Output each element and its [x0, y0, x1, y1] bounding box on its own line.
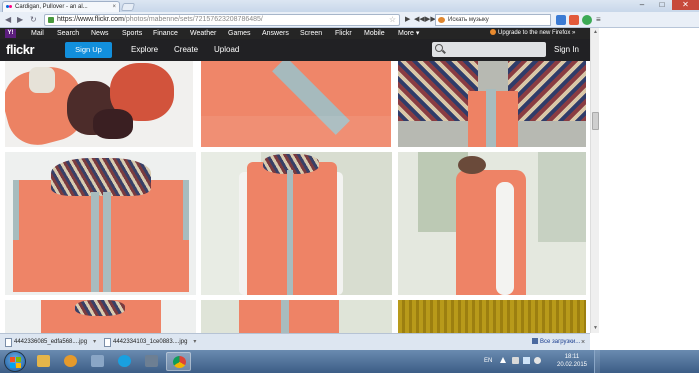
lock-icon	[48, 17, 54, 23]
forward-icon[interactable]: ▶	[17, 15, 23, 25]
menu-icon[interactable]: ≡	[596, 15, 601, 25]
scroll-up-icon[interactable]: ▲	[592, 29, 599, 36]
maximize-button[interactable]: □	[652, 0, 672, 10]
tray-volume-icon[interactable]	[534, 357, 541, 364]
tray-flag-icon[interactable]	[512, 357, 519, 364]
play-icon[interactable]: ▶	[405, 14, 410, 25]
photo-mustard-knit[interactable]	[398, 300, 586, 333]
taskbar-folder-icon[interactable]	[31, 352, 56, 371]
top-link-answers[interactable]: Answers	[262, 28, 289, 39]
top-link-news[interactable]: News	[91, 28, 109, 39]
taskbar-chrome-icon[interactable]	[166, 352, 191, 371]
photo-vest-flat-2[interactable]	[5, 300, 196, 333]
page-scrollbar[interactable]: ▲ ▼	[590, 28, 599, 333]
download-filename: 4442334103_1ce0883....jpg	[113, 339, 188, 345]
system-clock[interactable]: 18:11 20.02.2015	[551, 353, 593, 369]
url-path: /photos/mabenne/sets/72157623208786485/	[123, 16, 263, 23]
top-link-mail[interactable]: Mail	[31, 28, 44, 39]
flickr-favicon-icon	[6, 4, 13, 10]
downloads-bar: 4442336085_edfa568....jpg ▾ 4442334103_1c…	[0, 333, 590, 350]
top-link-weather[interactable]: Weather	[190, 28, 216, 39]
photo-vest-worn-front[interactable]	[201, 152, 392, 295]
top-link-sports[interactable]: Sports	[122, 28, 142, 39]
taskbar-media-icon[interactable]	[58, 352, 83, 371]
file-icon	[5, 338, 12, 347]
music-search-placeholder: Искать музыку	[448, 17, 489, 23]
top-link-mobile[interactable]: Mobile	[364, 28, 385, 39]
extension-record-icon[interactable]	[569, 15, 579, 25]
extension-green-icon[interactable]	[582, 15, 592, 25]
url-domain: https://www.flickr.com	[57, 16, 124, 23]
taskbar-explorer-icon[interactable]	[85, 352, 110, 371]
scroll-down-icon[interactable]: ▼	[592, 325, 599, 332]
bookmark-star-icon[interactable]: ☆	[389, 15, 396, 25]
top-link-more[interactable]: More ▾	[398, 28, 419, 39]
sign-up-button[interactable]: Sign Up	[65, 42, 112, 58]
flickr-header: flickr Sign Up Explore Create Upload Sig…	[0, 39, 590, 61]
empty-window-area	[599, 28, 699, 333]
file-icon	[104, 338, 111, 347]
taskbar-skype-icon[interactable]	[112, 352, 137, 371]
photo-vest-flat[interactable]	[5, 152, 196, 295]
browser-tab-bar: Cardigan, Pullover - an al... × – □ ✕	[0, 0, 699, 12]
taskbar-app-icon[interactable]	[139, 352, 164, 371]
firefox-icon	[490, 29, 496, 35]
rewind-icon[interactable]: ◀◀	[414, 14, 425, 25]
minimize-button[interactable]: –	[632, 0, 652, 10]
yahoo-top-bar: Y! Mail Search News Sports Finance Weath…	[0, 28, 590, 39]
reload-icon[interactable]: ↻	[30, 15, 37, 25]
flickr-logo[interactable]: flickr	[6, 42, 35, 57]
photo-vest-worn-2[interactable]	[201, 300, 392, 333]
tray-up-arrow-icon[interactable]	[500, 357, 506, 363]
all-downloads-link[interactable]: Все загрузки...	[532, 337, 580, 348]
download-item[interactable]: 4442334103_1ce0883....jpg ▾	[103, 337, 196, 348]
yahoo-logo-icon[interactable]: Y!	[5, 29, 16, 38]
search-icon[interactable]	[435, 44, 443, 52]
music-icon	[438, 17, 445, 23]
flickr-search-input[interactable]	[432, 42, 546, 57]
top-link-screen[interactable]: Screen	[300, 28, 322, 39]
music-search-input[interactable]: Искать музыку	[435, 14, 551, 26]
start-button[interactable]	[4, 351, 26, 372]
nav-create[interactable]: Create	[174, 39, 198, 61]
browser-toolbar: ◀ ▶ ↻ https://www.flickr.com/photos/mabe…	[0, 12, 699, 28]
top-link-finance[interactable]: Finance	[153, 28, 178, 39]
sign-in-link[interactable]: Sign In	[554, 39, 579, 61]
clock-time: 18:11	[564, 354, 580, 360]
scroll-thumb[interactable]	[592, 112, 599, 130]
nav-upload[interactable]: Upload	[214, 39, 239, 61]
photo-sweater-collar-closeup[interactable]	[201, 61, 391, 147]
download-menu-icon[interactable]: ▾	[93, 339, 96, 345]
download-filename: 4442336085_edfa568....jpg	[14, 339, 88, 345]
extension-mail-icon[interactable]	[556, 15, 566, 25]
windows-taskbar: EN 18:11 20.02.2015	[0, 350, 699, 373]
nav-explore[interactable]: Explore	[131, 39, 158, 61]
top-link-search[interactable]: Search	[57, 28, 79, 39]
tab-title: Cardigan, Pullover - an al...	[15, 4, 88, 10]
download-menu-icon[interactable]: ▾	[193, 339, 196, 345]
photo-fair-isle-collar[interactable]	[398, 61, 586, 147]
downloads-close-icon[interactable]: ×	[581, 337, 585, 348]
show-desktop-button[interactable]	[594, 350, 600, 373]
tray-network-icon[interactable]	[523, 357, 530, 364]
browser-tab[interactable]: Cardigan, Pullover - an al... ×	[2, 1, 120, 12]
new-tab-button[interactable]	[120, 3, 136, 11]
tab-close-icon[interactable]: ×	[112, 2, 116, 12]
top-link-games[interactable]: Games	[228, 28, 251, 39]
photo-vest-worn-side[interactable]	[398, 152, 586, 295]
downloads-icon	[532, 338, 538, 344]
language-indicator[interactable]: EN	[484, 350, 492, 373]
firefox-upgrade-link[interactable]: Upgrade to the new Firefox »	[490, 28, 575, 39]
address-bar[interactable]: https://www.flickr.com/photos/mabenne/se…	[44, 14, 400, 26]
photo-yarn-skeins[interactable]	[5, 61, 193, 147]
top-link-flickr[interactable]: Flickr	[335, 28, 352, 39]
photo-grid	[0, 61, 590, 333]
clock-date: 20.02.2015	[556, 362, 588, 368]
download-item[interactable]: 4442336085_edfa568....jpg ▾	[4, 337, 96, 348]
close-window-button[interactable]: ✕	[672, 0, 699, 10]
back-icon[interactable]: ◀	[5, 15, 11, 25]
